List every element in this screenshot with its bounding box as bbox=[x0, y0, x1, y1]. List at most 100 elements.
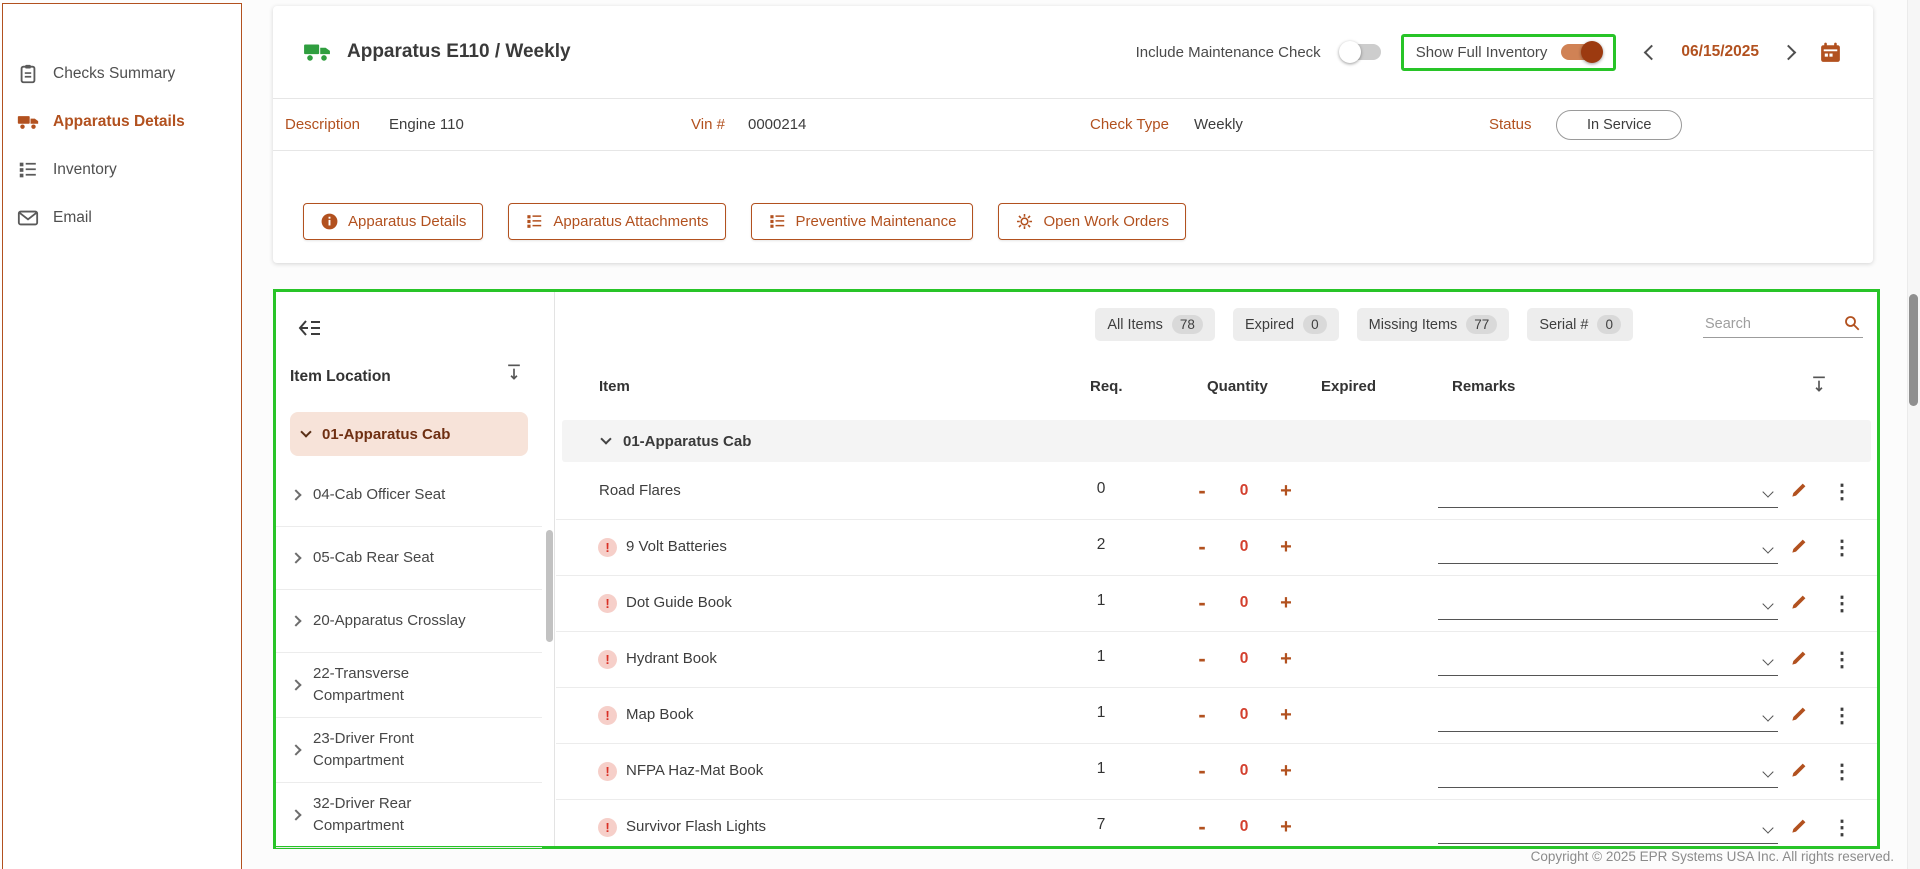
chip-label: All Items bbox=[1107, 317, 1163, 333]
row-menu-button[interactable]: ⋮ bbox=[1828, 476, 1856, 506]
remarks-field[interactable] bbox=[1438, 530, 1778, 564]
row-menu-button[interactable]: ⋮ bbox=[1828, 700, 1856, 730]
item-location-title: Item Location bbox=[290, 368, 391, 386]
collapse-all-icon[interactable] bbox=[504, 362, 524, 382]
inventory-toggle-label: Show Full Inventory bbox=[1416, 44, 1548, 61]
filter-all-items[interactable]: All Items 78 bbox=[1095, 308, 1215, 341]
decrease-quantity-button[interactable]: - bbox=[1187, 813, 1217, 841]
sidebar-item-email[interactable]: Email bbox=[3, 194, 241, 242]
decrease-quantity-button[interactable]: - bbox=[1187, 533, 1217, 561]
missing-alert-icon: ! bbox=[598, 538, 617, 557]
edit-remarks-icon[interactable] bbox=[1788, 536, 1810, 558]
item-name: Road Flares bbox=[599, 482, 681, 499]
apparatus-attachments-button[interactable]: Apparatus Attachments bbox=[508, 203, 725, 240]
chevron-right-icon bbox=[290, 679, 301, 690]
edit-remarks-icon[interactable] bbox=[1788, 816, 1810, 838]
location-item-apparatus-cab[interactable]: 01-Apparatus Cab bbox=[290, 412, 528, 456]
page-scrollbar[interactable] bbox=[1907, 0, 1920, 869]
location-item-driver-rear-compartment[interactable]: 32-Driver Rear Compartment bbox=[276, 783, 542, 848]
location-item-cab-rear-seat[interactable]: 05-Cab Rear Seat bbox=[276, 527, 542, 590]
increase-quantity-button[interactable]: + bbox=[1271, 645, 1301, 673]
row-menu-button[interactable]: ⋮ bbox=[1828, 532, 1856, 562]
location-item-apparatus-crosslay[interactable]: 20-Apparatus Crosslay bbox=[276, 590, 542, 653]
filter-expired[interactable]: Expired 0 bbox=[1233, 308, 1339, 341]
location-item-transverse-compartment[interactable]: 22-Transverse Compartment bbox=[276, 653, 542, 718]
row-menu-button[interactable]: ⋮ bbox=[1828, 588, 1856, 618]
collapse-all-rows-icon[interactable] bbox=[1809, 374, 1829, 394]
app-screen: Checks Summary Apparatus Details Invento… bbox=[0, 0, 1920, 869]
filter-missing-items[interactable]: Missing Items 77 bbox=[1357, 308, 1510, 341]
location-label: 32-Driver Rear Compartment bbox=[313, 793, 489, 837]
preventive-maintenance-button[interactable]: Preventive Maintenance bbox=[751, 203, 974, 240]
apparatus-card: Apparatus E110 / Weekly Include Maintena… bbox=[273, 6, 1873, 263]
edit-remarks-icon[interactable] bbox=[1788, 648, 1810, 670]
inventory-panel-highlight: Item Location 01-Apparatus Cab 04-Cab Of… bbox=[273, 289, 1880, 849]
edit-remarks-icon[interactable] bbox=[1788, 760, 1810, 782]
decrease-quantity-button[interactable]: - bbox=[1187, 589, 1217, 617]
remarks-field[interactable] bbox=[1438, 754, 1778, 788]
row-menu-button[interactable]: ⋮ bbox=[1828, 756, 1856, 786]
search-icon[interactable] bbox=[1843, 314, 1861, 332]
quantity-value: 0 bbox=[1229, 538, 1259, 556]
collapse-pane-icon[interactable] bbox=[296, 316, 324, 342]
increase-quantity-button[interactable]: + bbox=[1271, 533, 1301, 561]
increase-quantity-button[interactable]: + bbox=[1271, 757, 1301, 785]
edit-remarks-icon[interactable] bbox=[1788, 480, 1810, 502]
chevron-down-icon bbox=[1762, 822, 1773, 833]
show-full-inventory-toggle[interactable] bbox=[1561, 44, 1601, 60]
remarks-field[interactable] bbox=[1438, 698, 1778, 732]
search-input[interactable] bbox=[1703, 311, 1863, 338]
toggle-knob bbox=[1339, 41, 1361, 63]
previous-date-chevron-icon[interactable] bbox=[1644, 44, 1660, 60]
remarks-field[interactable] bbox=[1438, 586, 1778, 620]
quantity-value: 0 bbox=[1229, 818, 1259, 836]
required-quantity: 1 bbox=[1073, 704, 1129, 722]
missing-alert-icon: ! bbox=[598, 594, 617, 613]
apparatus-icon bbox=[303, 41, 331, 63]
remarks-field[interactable] bbox=[1438, 642, 1778, 676]
chevron-right-icon bbox=[290, 489, 301, 500]
filter-chips-row: All Items 78 Expired 0 Missing Items 77 … bbox=[556, 308, 1863, 341]
sidebar-item-label: Checks Summary bbox=[53, 65, 175, 83]
quantity-value: 0 bbox=[1229, 762, 1259, 780]
filter-serial[interactable]: Serial # 0 bbox=[1527, 308, 1633, 341]
increase-quantity-button[interactable]: + bbox=[1271, 589, 1301, 617]
edit-remarks-icon[interactable] bbox=[1788, 704, 1810, 726]
page-title: Apparatus E110 / Weekly bbox=[347, 41, 571, 63]
sidebar-item-apparatus-details[interactable]: Apparatus Details bbox=[3, 98, 241, 146]
increase-quantity-button[interactable]: + bbox=[1271, 813, 1301, 841]
quantity-value: 0 bbox=[1229, 594, 1259, 612]
decrease-quantity-button[interactable]: - bbox=[1187, 701, 1217, 729]
edit-remarks-icon[interactable] bbox=[1788, 592, 1810, 614]
decrease-quantity-button[interactable]: - bbox=[1187, 477, 1217, 505]
calendar-icon[interactable] bbox=[1818, 40, 1843, 65]
copyright-text: Copyright © 2025 EPR Systems USA Inc. Al… bbox=[1531, 849, 1894, 864]
button-label: Apparatus Details bbox=[348, 213, 466, 230]
location-item-driver-front-compartment[interactable]: 23-Driver Front Compartment bbox=[276, 718, 542, 783]
remarks-field[interactable] bbox=[1438, 474, 1778, 508]
remarks-field[interactable] bbox=[1438, 810, 1778, 844]
required-quantity: 0 bbox=[1073, 480, 1129, 498]
maintenance-toggle[interactable] bbox=[1341, 44, 1381, 60]
decrease-quantity-button[interactable]: - bbox=[1187, 645, 1217, 673]
group-header-apparatus-cab[interactable]: 01-Apparatus Cab bbox=[562, 420, 1871, 462]
decrease-quantity-button[interactable]: - bbox=[1187, 757, 1217, 785]
increase-quantity-button[interactable]: + bbox=[1271, 477, 1301, 505]
row-menu-button[interactable]: ⋮ bbox=[1828, 812, 1856, 842]
search-field bbox=[1703, 311, 1863, 338]
location-scrollbar[interactable] bbox=[546, 530, 553, 642]
clipboard-icon bbox=[17, 63, 39, 85]
location-item-cab-officer-seat[interactable]: 04-Cab Officer Seat bbox=[276, 464, 542, 527]
row-menu-button[interactable]: ⋮ bbox=[1828, 644, 1856, 674]
increase-quantity-button[interactable]: + bbox=[1271, 701, 1301, 729]
check-date[interactable]: 06/15/2025 bbox=[1681, 43, 1759, 61]
apparatus-details-button[interactable]: Apparatus Details bbox=[303, 203, 483, 240]
next-date-chevron-icon[interactable] bbox=[1781, 44, 1797, 60]
chevron-down-icon bbox=[600, 433, 611, 444]
scrollbar-thumb[interactable] bbox=[1909, 294, 1918, 406]
open-work-orders-button[interactable]: Open Work Orders bbox=[998, 203, 1186, 240]
sidebar-item-inventory[interactable]: Inventory bbox=[3, 146, 241, 194]
attachments-list-icon bbox=[525, 212, 544, 231]
sidebar-item-checks-summary[interactable]: Checks Summary bbox=[3, 50, 241, 98]
location-label: 05-Cab Rear Seat bbox=[313, 547, 489, 569]
